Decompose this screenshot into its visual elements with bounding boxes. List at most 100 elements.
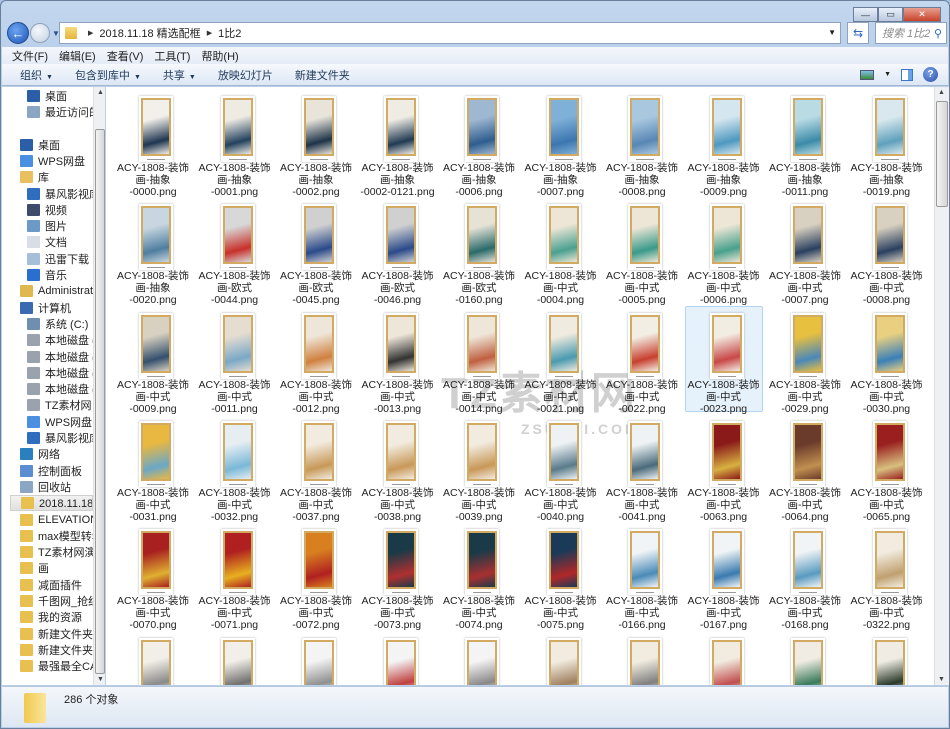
sidebar-item[interactable]: ELEVATION [20, 512, 93, 528]
sidebar-item[interactable]: 暴风影视库 [27, 430, 93, 446]
sidebar-item[interactable]: 系统 (C:) [27, 316, 93, 332]
file-item[interactable]: ACY-1808-装饰 画-中式 -0022.png [603, 306, 681, 415]
file-item[interactable]: ACY-1808-装饰 画-抽象 -0019.png [848, 89, 926, 198]
file-item[interactable] [359, 631, 437, 685]
file-item[interactable]: ACY-1808-装饰 画-抽象 -0000.png [114, 89, 192, 198]
share-button[interactable]: 共享 ▼ [163, 67, 196, 83]
breadcrumb-item[interactable]: 1比2 [218, 25, 241, 41]
sidebar-item[interactable]: 新建文件夹 ( [20, 642, 93, 658]
maximize-button[interactable]: ▭ [878, 7, 903, 22]
file-item[interactable]: ACY-1808-装饰 画-中式 -0065.png [848, 414, 926, 523]
sidebar-item[interactable]: 图片 [27, 218, 93, 234]
sidebar-item[interactable]: 网络 [20, 446, 93, 462]
file-item[interactable] [522, 631, 600, 685]
file-item[interactable] [440, 631, 518, 685]
menu-tools[interactable]: 工具(T) [154, 48, 190, 64]
organize-button[interactable]: 组织 ▼ [20, 67, 53, 83]
file-item[interactable]: ACY-1808-装饰 画-中式 -0031.png [114, 414, 192, 523]
forward-button[interactable] [30, 23, 50, 43]
file-item[interactable] [848, 631, 926, 685]
file-item[interactable]: ACY-1808-装饰 画-中式 -0073.png [359, 522, 437, 631]
file-item[interactable] [114, 631, 192, 685]
file-item[interactable]: ACY-1808-装饰 画-中式 -0037.png [277, 414, 355, 523]
sidebar-item[interactable]: WPS网盘 [20, 153, 93, 169]
file-item[interactable]: ACY-1808-装饰 画-中式 -0064.png [766, 414, 844, 523]
file-item[interactable]: ACY-1808-装饰 画-抽象 -0002-0121.png [359, 89, 437, 198]
sidebar-item[interactable]: WPS网盘 [27, 414, 93, 430]
sidebar-item[interactable]: 减面插件 [20, 577, 93, 593]
sidebar-item[interactable]: 本地磁盘 (D [27, 332, 93, 348]
file-item[interactable]: ACY-1808-装饰 画-中式 -0006.png [685, 197, 763, 306]
help-icon[interactable]: ? [923, 67, 938, 82]
sidebar-item[interactable]: Administrato [20, 283, 93, 299]
menu-view[interactable]: 查看(V) [107, 48, 144, 64]
sidebar-item[interactable]: TZ素材网 ( [27, 397, 93, 413]
sidebar-item[interactable]: 文档 [27, 234, 93, 250]
file-item[interactable]: ACY-1808-装饰 画-中式 -0166.png [603, 522, 681, 631]
scroll-down-icon[interactable]: ▼ [97, 676, 104, 683]
close-button[interactable]: ✕ [903, 7, 941, 22]
file-item[interactable]: ACY-1808-装饰 画-中式 -0040.png [522, 414, 600, 523]
include-in-library-button[interactable]: 包含到库中 ▼ [75, 67, 141, 83]
file-item[interactable]: ACY-1808-装饰 画-欧式 -0045.png [277, 197, 355, 306]
file-item[interactable]: ACY-1808-装饰 画-欧式 -0044.png [196, 197, 274, 306]
file-item[interactable] [766, 631, 844, 685]
sidebar-item[interactable]: 桌面 [27, 88, 93, 104]
file-item[interactable]: ACY-1808-装饰 画-中式 -0039.png [440, 414, 518, 523]
file-item[interactable]: ACY-1808-装饰 画-中式 -0167.png [685, 522, 763, 631]
file-item[interactable]: ACY-1808-装饰 画-中式 -0023.png [684, 305, 763, 415]
address-dropdown-icon[interactable]: ▼ [828, 28, 836, 37]
back-button[interactable]: ← [7, 22, 29, 44]
file-item[interactable]: ACY-1808-装饰 画-抽象 -0007.png [522, 89, 600, 198]
file-item[interactable]: ACY-1808-装饰 画-中式 -0063.png [685, 414, 763, 523]
sidebar-item[interactable]: 桌面 [20, 137, 93, 153]
file-item[interactable]: ACY-1808-装饰 画-中式 -0070.png [114, 522, 192, 631]
sidebar-item[interactable]: 视频 [27, 202, 93, 218]
sidebar-item[interactable]: 本地磁盘 (F [27, 365, 93, 381]
file-item[interactable]: ACY-1808-装饰 画-抽象 -0008.png [603, 89, 681, 198]
file-item[interactable]: ACY-1808-装饰 画-抽象 -0011.png [766, 89, 844, 198]
sidebar-item[interactable]: 我的资源 [20, 609, 93, 625]
change-view-icon[interactable] [860, 69, 875, 80]
search-input[interactable]: 搜索 1比2 ⚲ [875, 22, 947, 44]
minimize-button[interactable]: — [853, 7, 878, 22]
scrollbar-thumb[interactable] [95, 129, 105, 674]
new-folder-button[interactable]: 新建文件夹 [295, 67, 350, 83]
breadcrumb-item[interactable]: 2018.11.18 精选配框 [99, 25, 200, 41]
file-item[interactable]: ACY-1808-装饰 画-中式 -0041.png [603, 414, 681, 523]
file-item[interactable]: ACY-1808-装饰 画-抽象 -0002.png [277, 89, 355, 198]
file-item[interactable] [603, 631, 681, 685]
sidebar-item[interactable]: 本地磁盘 (E [27, 349, 93, 365]
file-item[interactable]: ACY-1808-装饰 画-中式 -0014.png [440, 306, 518, 415]
scroll-up-icon[interactable]: ▲ [97, 89, 104, 96]
file-item[interactable]: ACY-1808-装饰 画-中式 -0005.png [603, 197, 681, 306]
file-item[interactable]: ACY-1808-装饰 画-中式 -0032.png [196, 414, 274, 523]
sidebar-item[interactable]: TZ素材网演示 [20, 544, 93, 560]
file-item[interactable] [277, 631, 355, 685]
file-item[interactable]: ACY-1808-装饰 画-中式 -0011.png [196, 306, 274, 415]
sidebar-item[interactable]: 音乐 [27, 267, 93, 283]
file-item[interactable] [685, 631, 763, 685]
file-item[interactable] [196, 631, 274, 685]
file-item[interactable]: ACY-1808-装饰 画-中式 -0013.png [359, 306, 437, 415]
slideshow-button[interactable]: 放映幻灯片 [218, 67, 273, 83]
file-item[interactable]: ACY-1808-装饰 画-中式 -0075.png [522, 522, 600, 631]
sidebar-item[interactable]: 最强最全CAD [20, 658, 93, 674]
menu-edit[interactable]: 编辑(E) [59, 48, 96, 64]
view-options-dropdown-icon[interactable]: ▼ [884, 71, 891, 78]
file-item[interactable]: ACY-1808-装饰 画-中式 -0008.png [848, 197, 926, 306]
sidebar-item[interactable]: 迅雷下载 [27, 251, 93, 267]
file-item[interactable]: ACY-1808-装饰 画-欧式 -0160.png [440, 197, 518, 306]
file-item[interactable]: ACY-1808-装饰 画-中式 -0071.png [196, 522, 274, 631]
scroll-up-icon[interactable]: ▲ [938, 89, 945, 96]
refresh-button[interactable]: ⇆ [847, 22, 869, 44]
file-item[interactable]: ACY-1808-装饰 画-抽象 -0006.png [440, 89, 518, 198]
sidebar-item[interactable]: 库 [20, 169, 93, 185]
file-item[interactable]: ACY-1808-装饰 画-中式 -0038.png [359, 414, 437, 523]
scrollbar-thumb[interactable] [936, 101, 948, 207]
sidebar-item[interactable]: max模型转SU [20, 528, 93, 544]
file-item[interactable]: ACY-1808-装饰 画-中式 -0009.png [114, 306, 192, 415]
sidebar-item[interactable]: 本地磁盘 (G [27, 381, 93, 397]
preview-pane-icon[interactable] [901, 68, 913, 81]
breadcrumb-arrow-icon[interactable]: ▶ [88, 29, 93, 37]
